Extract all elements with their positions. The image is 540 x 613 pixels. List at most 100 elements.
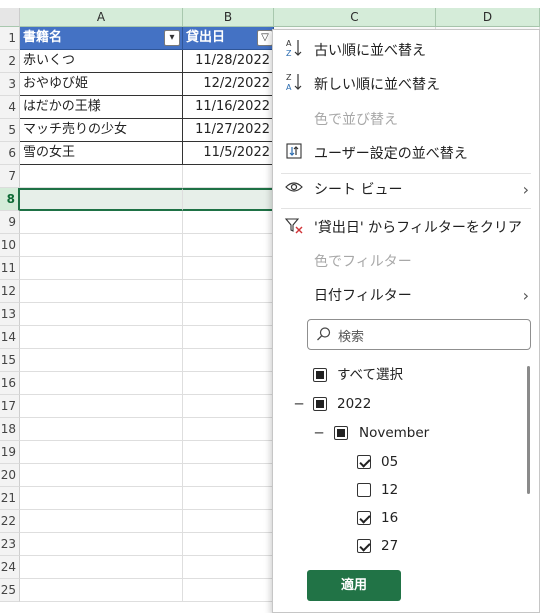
row-header[interactable]: 15 <box>0 349 20 372</box>
grid-cell[interactable] <box>20 510 183 533</box>
grid-cell[interactable] <box>183 533 274 556</box>
grid-cell[interactable] <box>183 464 274 487</box>
row-header[interactable]: 4 <box>0 96 20 119</box>
row-header[interactable]: 5 <box>0 119 20 142</box>
column-header-b[interactable]: B <box>183 8 274 27</box>
day-checkbox[interactable] <box>357 483 371 497</box>
row-header[interactable]: 10 <box>0 234 20 257</box>
select-all-corner[interactable] <box>0 8 20 27</box>
grid-cell[interactable] <box>183 211 274 234</box>
selected-row-cell[interactable] <box>20 188 183 211</box>
table-header-cell[interactable]: 貸出日 ▽ <box>183 27 274 50</box>
grid-cell[interactable] <box>20 556 183 579</box>
table-cell[interactable]: 雪の女王 <box>20 142 183 165</box>
grid-cell[interactable] <box>20 211 183 234</box>
search-input[interactable]: 検索 <box>307 319 531 350</box>
grid-cell[interactable] <box>183 487 274 510</box>
row-header[interactable]: 23 <box>0 533 20 556</box>
row-header[interactable]: 12 <box>0 280 20 303</box>
grid-cell[interactable] <box>183 165 274 188</box>
row-header[interactable]: 22 <box>0 510 20 533</box>
row-header[interactable]: 24 <box>0 556 20 579</box>
grid-cell[interactable] <box>183 326 274 349</box>
day-checkbox[interactable] <box>357 511 371 525</box>
row-header[interactable]: 8 <box>0 188 20 211</box>
row-header[interactable]: 3 <box>0 73 20 96</box>
grid-cell[interactable] <box>20 487 183 510</box>
table-cell[interactable]: 12/2/2022 <box>183 73 274 96</box>
grid-cell[interactable] <box>183 257 274 280</box>
month-node[interactable]: − November <box>313 420 473 446</box>
row-header[interactable]: 17 <box>0 395 20 418</box>
select-all-checkbox[interactable] <box>313 368 327 382</box>
grid-cell[interactable] <box>183 418 274 441</box>
grid-cell[interactable] <box>183 280 274 303</box>
row-header[interactable]: 25 <box>0 579 20 602</box>
grid-cell[interactable] <box>183 441 274 464</box>
row-header[interactable]: 11 <box>0 257 20 280</box>
grid-cell[interactable] <box>20 441 183 464</box>
grid-cell[interactable] <box>183 556 274 579</box>
table-cell[interactable]: 11/16/2022 <box>183 96 274 119</box>
row-header[interactable]: 1 <box>0 27 20 50</box>
grid-cell[interactable] <box>20 349 183 372</box>
day-node[interactable]: 16 <box>357 505 437 531</box>
month-checkbox[interactable] <box>334 426 348 440</box>
table-header-cell[interactable]: 書籍名 ▾ <box>20 27 183 50</box>
day-checkbox[interactable] <box>357 539 371 553</box>
filter-by-color-item[interactable]: 色でフィルター <box>273 248 539 276</box>
dropdown-arrow-icon[interactable]: ▾ <box>164 30 180 46</box>
row-header[interactable]: 19 <box>0 441 20 464</box>
year-checkbox[interactable] <box>313 397 327 411</box>
row-header[interactable]: 16 <box>0 372 20 395</box>
grid-cell[interactable] <box>20 418 183 441</box>
selected-row-cell[interactable] <box>183 188 274 211</box>
grid-cell[interactable] <box>183 510 274 533</box>
grid-cell[interactable] <box>183 234 274 257</box>
grid-cell[interactable] <box>183 372 274 395</box>
sort-by-color-item[interactable]: 色で並び替え <box>273 106 539 134</box>
grid-cell[interactable] <box>20 372 183 395</box>
table-cell[interactable]: 赤いくつ <box>20 50 183 73</box>
table-cell[interactable]: はだかの王様 <box>20 96 183 119</box>
row-header[interactable]: 13 <box>0 303 20 326</box>
grid-cell[interactable] <box>20 464 183 487</box>
collapse-icon[interactable]: − <box>313 420 325 446</box>
date-filters-item[interactable]: 日付フィルター › <box>273 282 539 310</box>
column-header-a[interactable]: A <box>20 8 183 27</box>
grid-cell[interactable] <box>20 395 183 418</box>
column-header-c[interactable]: C <box>274 8 436 27</box>
grid-cell[interactable] <box>20 533 183 556</box>
grid-cell[interactable] <box>20 165 183 188</box>
table-cell[interactable]: おやゆび姫 <box>20 73 183 96</box>
year-node[interactable]: − 2022 <box>293 391 413 417</box>
grid-cell[interactable] <box>20 257 183 280</box>
grid-cell[interactable] <box>20 579 183 602</box>
grid-cell[interactable] <box>183 303 274 326</box>
grid-cell[interactable] <box>20 326 183 349</box>
row-header[interactable]: 9 <box>0 211 20 234</box>
row-header[interactable]: 2 <box>0 50 20 73</box>
row-header[interactable]: 21 <box>0 487 20 510</box>
apply-button[interactable]: 適用 <box>307 570 401 601</box>
grid-cell[interactable] <box>183 349 274 372</box>
row-header[interactable]: 6 <box>0 142 20 165</box>
grid-cell[interactable] <box>20 303 183 326</box>
tree-scrollbar[interactable] <box>527 366 530 494</box>
sort-newest-item[interactable]: ZA 新しい順に並べ替え <box>273 71 539 99</box>
row-header[interactable]: 7 <box>0 165 20 188</box>
table-cell[interactable]: 11/27/2022 <box>183 119 274 142</box>
day-node[interactable]: 27 <box>357 533 437 559</box>
grid-cell[interactable] <box>183 395 274 418</box>
grid-cell[interactable] <box>20 234 183 257</box>
day-checkbox[interactable] <box>357 455 371 469</box>
day-node[interactable]: 12 <box>357 477 437 503</box>
grid-cell[interactable] <box>20 280 183 303</box>
table-cell[interactable]: 11/28/2022 <box>183 50 274 73</box>
custom-sort-item[interactable]: ユーザー設定の並べ替え <box>273 140 539 168</box>
active-filter-icon[interactable]: ▽ <box>257 30 273 46</box>
row-header[interactable]: 20 <box>0 464 20 487</box>
sort-oldest-item[interactable]: AZ 古い順に並べ替え <box>273 37 539 65</box>
day-node[interactable]: 05 <box>357 449 437 475</box>
row-header[interactable]: 14 <box>0 326 20 349</box>
